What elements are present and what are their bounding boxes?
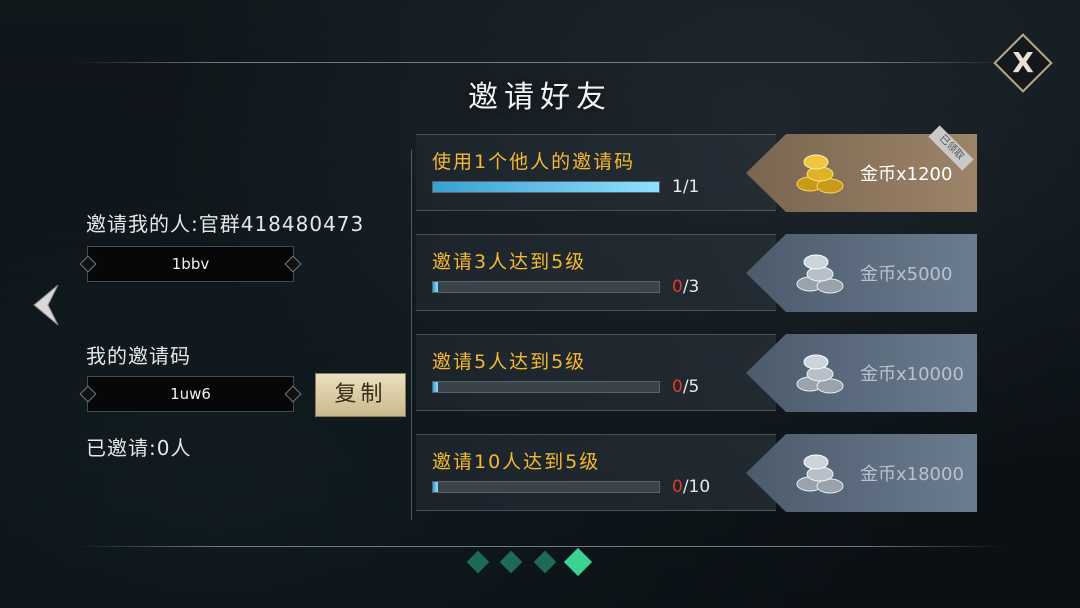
left-arrow-icon[interactable] [30,283,60,327]
progress-count: 1/1 [672,177,700,197]
task-title: 邀请10人达到5级 [432,451,601,473]
task-title: 邀请5人达到5级 [432,351,587,373]
close-icon[interactable]: X [1002,42,1044,84]
inviter-field[interactable]: 1bbv [87,246,294,282]
progress-count: 0/5 [672,377,700,397]
task-row: 邀请5人达到5级 0/5 [416,334,776,411]
silver-coins-icon [796,454,844,494]
reward-silver[interactable]: 金币x18000 [746,434,977,512]
top-frame-line [75,62,1005,63]
invited-count: 已邀请:0人 [86,436,192,460]
reward-silver[interactable]: 金币x10000 [746,334,977,412]
progress-bar [432,281,660,293]
progress-count: 0/10 [672,477,711,497]
progress-bar [432,481,660,493]
task-row: 使用1个他人的邀请码 1/1 [416,134,776,211]
progress-bar [432,381,660,393]
progress-bar [432,181,660,193]
reward-amount: 金币x1200 [860,164,953,185]
silver-coins-icon [796,354,844,394]
gold-coins-icon [796,154,844,194]
task-row: 邀请3人达到5级 0/3 [416,234,776,311]
reward-amount: 金币x5000 [860,264,953,285]
copy-button[interactable]: 复制 [315,373,406,417]
divider [411,150,412,520]
reward-amount: 金币x18000 [860,464,964,485]
silver-coins-icon [796,254,844,294]
task-title: 邀请3人达到5级 [432,251,587,273]
inviter-label: 邀请我的人:官群418480473 [86,212,365,236]
page-title: 邀请好友 [468,80,612,115]
progress-count: 0/3 [672,277,700,297]
reward-silver[interactable]: 金币x5000 [746,234,977,312]
task-row: 邀请10人达到5级 0/10 [416,434,776,511]
my-code-field[interactable]: 1uw6 [87,376,294,412]
my-code-label: 我的邀请码 [86,344,191,368]
bottom-frame-line [75,546,1005,547]
task-title: 使用1个他人的邀请码 [432,151,636,173]
reward-amount: 金币x10000 [860,364,964,385]
